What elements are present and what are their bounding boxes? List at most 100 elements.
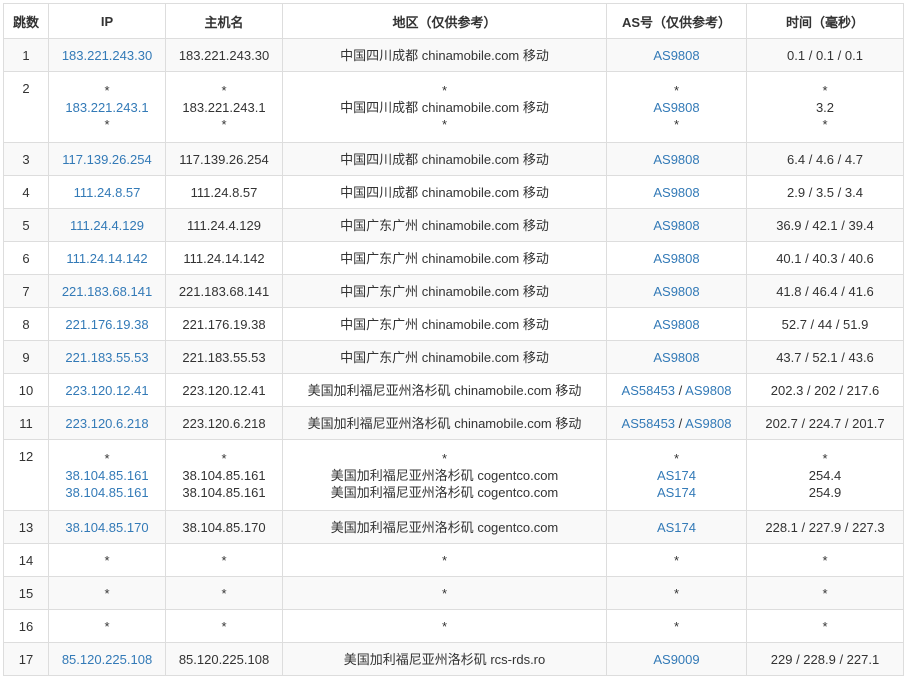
region-value: * (441, 585, 448, 601)
as-link[interactable]: AS58453 (622, 416, 676, 431)
as-line: AS9808 (611, 316, 742, 333)
cell-ip: * 38.104.85.161 38.104.85.161 (48, 439, 166, 511)
traceroute-table-container: 跳数 IP 主机名 地区（仅供参考） AS号（仅供参考） 时间（毫秒） 1 183… (3, 3, 904, 676)
cell-host: 221.176.19.38 (165, 307, 283, 341)
cell-hop: 3 (3, 142, 49, 176)
ip-value[interactable]: 223.120.6.218 (53, 415, 161, 432)
ip-value: * (104, 585, 110, 601)
time-value: * (822, 618, 828, 634)
cell-region: 中国四川成都 chinamobile.com 移动 (282, 175, 607, 209)
as-link: * (673, 116, 680, 132)
as-line: AS174 (611, 467, 742, 484)
cell-region: 美国加利福尼亚州洛杉矶 chinamobile.com 移动 (282, 373, 607, 407)
as-link[interactable]: AS9808 (653, 317, 699, 332)
as-line: AS9808 (611, 99, 742, 116)
cell-as: * AS174 AS174 (606, 439, 747, 511)
region-value: 美国加利福尼亚州洛杉矶 chinamobile.com 移动 (307, 382, 582, 398)
as-line: * (611, 585, 742, 602)
table-row: 7 221.183.68.141 221.183.68.141 中国广东广州 chin… (3, 274, 904, 308)
traceroute-table: 跳数 IP 主机名 地区（仅供参考） AS号（仅供参考） 时间（毫秒） 1 183… (3, 3, 904, 676)
cell-ip: 221.176.19.38 (48, 307, 166, 341)
as-line: * (611, 552, 742, 569)
ip-value[interactable]: 117.139.26.254 (53, 151, 161, 168)
as-line: * (611, 116, 742, 133)
cell-region: 美国加利福尼亚州洛杉矶 cogentco.com (282, 510, 607, 544)
cell-host: 111.24.14.142 (165, 241, 283, 275)
as-link[interactable]: AS9808 (653, 350, 699, 365)
as-link[interactable]: AS9808 (685, 416, 731, 431)
as-line: * (611, 618, 742, 635)
region-value: 美国加利福尼亚州洛杉矶 cogentco.com (330, 519, 559, 535)
ip-value[interactable]: 221.183.68.141 (53, 283, 161, 300)
table-row: 3 117.139.26.254 117.139.26.254 中国四川成都 chin… (3, 142, 904, 176)
cell-ip: 223.120.12.41 (48, 373, 166, 407)
cell-ip: 111.24.8.57 (48, 175, 166, 209)
cell-ip: * (48, 576, 166, 610)
ip-value[interactable]: 183.221.243.30 (53, 47, 161, 64)
cell-region: 美国加利福尼亚州洛杉矶 chinamobile.com 移动 (282, 406, 607, 440)
region-value: 美国加利福尼亚州洛杉矶 chinamobile.com 移动 (307, 415, 582, 431)
host-value: 38.104.85.161 (182, 467, 266, 483)
ip-value[interactable]: 85.120.225.108 (53, 651, 161, 668)
as-link[interactable]: AS9808 (653, 185, 699, 200)
as-link[interactable]: AS9808 (653, 48, 699, 63)
as-line: AS9808 (611, 349, 742, 366)
table-row: 6 111.24.14.142 111.24.14.142 中国广东广州 chinam… (3, 241, 904, 275)
as-link[interactable]: AS9808 (653, 251, 699, 266)
time-value: 202.3 / 202 / 217.6 (770, 382, 880, 398)
as-link[interactable]: AS9009 (653, 652, 699, 667)
as-link: * (673, 585, 680, 601)
cell-host: * (165, 609, 283, 643)
cell-host: * 38.104.85.161 38.104.85.161 (165, 439, 283, 511)
time-value: 228.1 / 227.9 / 227.3 (765, 519, 885, 535)
cell-host: * (165, 543, 283, 577)
ip-value[interactable]: 223.120.12.41 (53, 382, 161, 399)
as-link[interactable]: AS58453 (622, 383, 676, 398)
ip-value[interactable]: 38.104.85.161 (53, 467, 161, 484)
as-link[interactable]: AS9808 (653, 100, 699, 115)
as-link[interactable]: AS9808 (653, 152, 699, 167)
host-value: * (221, 116, 227, 132)
as-link[interactable]: AS9808 (653, 218, 699, 233)
region-value: 中国广东广州 chinamobile.com 移动 (340, 250, 549, 266)
as-line: AS9009 (611, 651, 742, 668)
as-line: AS9808 (611, 151, 742, 168)
cell-as: AS9808 (606, 142, 747, 176)
ip-value[interactable]: 221.183.55.53 (53, 349, 161, 366)
table-row: 8 221.176.19.38 221.176.19.38 中国广东广州 chinam… (3, 307, 904, 341)
time-value: 229 / 228.9 / 227.1 (770, 651, 880, 667)
as-link[interactable]: AS174 (657, 468, 696, 483)
ip-value: * (104, 552, 110, 568)
ip-value[interactable]: 111.24.14.142 (53, 250, 161, 267)
cell-ip: 85.120.225.108 (48, 642, 166, 676)
cell-hop: 8 (3, 307, 49, 341)
ip-value[interactable]: 221.176.19.38 (53, 316, 161, 333)
cell-as: AS9808 (606, 38, 747, 72)
as-line: AS9808 (611, 250, 742, 267)
as-link[interactable]: AS9808 (685, 383, 731, 398)
region-value: * (441, 552, 448, 568)
cell-ip: 221.183.55.53 (48, 340, 166, 374)
cell-as: AS9808 (606, 208, 747, 242)
ip-value[interactable]: 111.24.8.57 (53, 184, 161, 201)
ip-value[interactable]: 38.104.85.170 (53, 519, 161, 536)
cell-hop: 17 (3, 642, 49, 676)
as-link[interactable]: AS174 (657, 485, 696, 500)
cell-time: * (746, 609, 904, 643)
as-link[interactable]: AS174 (657, 520, 696, 535)
as-link[interactable]: AS9808 (653, 284, 699, 299)
time-value: 202.7 / 224.7 / 201.7 (765, 415, 885, 431)
cell-as: * (606, 543, 747, 577)
cell-region: * 美国加利福尼亚州洛杉矶 cogentco.com 美国加利福尼亚州洛杉矶 cog… (282, 439, 607, 511)
cell-region: 中国广东广州 chinamobile.com 移动 (282, 307, 607, 341)
ip-value: * (104, 82, 110, 98)
host-value: * (221, 552, 227, 568)
ip-value[interactable]: 183.221.243.1 (53, 99, 161, 116)
cell-time: 43.7 / 52.1 / 43.6 (746, 340, 904, 374)
ip-value[interactable]: 111.24.4.129 (53, 217, 161, 234)
cell-time: 52.7 / 44 / 51.9 (746, 307, 904, 341)
ip-value[interactable]: 38.104.85.161 (53, 484, 161, 501)
cell-region: * 中国四川成都 chinamobile.com 移动 * (282, 71, 607, 143)
cell-time: 0.1 / 0.1 / 0.1 (746, 38, 904, 72)
cell-ip: * 183.221.243.1 * (48, 71, 166, 143)
